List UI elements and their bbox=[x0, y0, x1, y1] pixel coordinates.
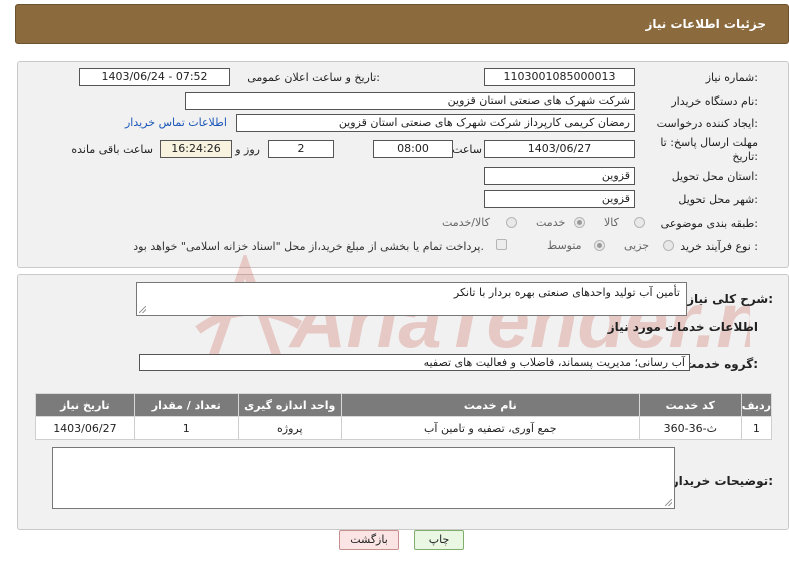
print-button[interactable]: چاپ bbox=[414, 530, 464, 550]
cell-unit: پروژه bbox=[237, 416, 342, 440]
need-summary-field[interactable]: تأمین آب تولید واحدهای صنعتی بهره بردار … bbox=[136, 282, 687, 316]
deadline-time-field[interactable]: 08:00 bbox=[373, 140, 453, 158]
requester-label: ایجاد کننده درخواست: bbox=[656, 117, 758, 130]
category-goods-service-label: کالا/خدمت bbox=[442, 216, 490, 229]
back-button[interactable]: بازگشت bbox=[339, 530, 399, 550]
deadline-label: مهلت ارسال پاسخ: تا تاریخ: bbox=[660, 136, 758, 164]
cell-service-code: ث-36-360 bbox=[638, 416, 742, 440]
remaining-days-field[interactable]: 2 bbox=[268, 140, 334, 158]
col-unit: واحد اندازه گیری bbox=[237, 393, 342, 417]
page-title: جزئیات اطلاعات نیاز bbox=[645, 17, 766, 31]
resize-grip-icon[interactable] bbox=[139, 306, 146, 313]
province-label: استان محل تحویل: bbox=[671, 170, 758, 183]
table-row[interactable]: 1 ث-36-360 جمع آوری، تصفیه و تامین آب پر… bbox=[35, 416, 773, 440]
cell-need-date: 1403/06/27 bbox=[35, 416, 135, 440]
need-number-field[interactable]: 1103001085000013 bbox=[484, 68, 635, 86]
need-summary-label: شرح کلی نیاز: bbox=[687, 292, 773, 306]
category-goods-label: کالا bbox=[604, 216, 619, 229]
cell-quantity: 1 bbox=[133, 416, 239, 440]
buyer-notes-field[interactable] bbox=[52, 447, 675, 509]
days-label: روز و bbox=[235, 143, 260, 156]
city-field[interactable]: قزوین bbox=[484, 190, 635, 208]
resize-grip-icon[interactable] bbox=[665, 499, 672, 506]
service-group-label: گروه خدمت: bbox=[684, 357, 758, 371]
announce-datetime-label: تاریخ و ساعت اعلان عمومی: bbox=[247, 71, 380, 84]
treasury-payment-note: پرداخت تمام یا بخشی از مبلغ خرید،از محل … bbox=[133, 240, 484, 253]
deadline-date-field[interactable]: 1403/06/27 bbox=[484, 140, 635, 158]
city-label: شهر محل تحویل: bbox=[678, 193, 758, 206]
process-medium-radio[interactable] bbox=[594, 240, 605, 251]
col-quantity: تعداد / مقدار bbox=[133, 393, 239, 417]
table-header-row: ردیف کد خدمت نام خدمت واحد اندازه گیری ت… bbox=[35, 393, 773, 417]
province-field[interactable]: قزوین bbox=[484, 167, 635, 185]
treasury-payment-checkbox[interactable] bbox=[496, 239, 507, 250]
announce-datetime-field[interactable]: 1403/06/24 - 07:52 bbox=[79, 68, 230, 86]
remaining-time-field[interactable]: 16:24:26 bbox=[160, 140, 232, 158]
category-service-radio[interactable] bbox=[574, 217, 585, 228]
category-service-label: خدمت bbox=[536, 216, 566, 229]
cell-service-name: جمع آوری، تصفیه و تامین آب bbox=[340, 416, 640, 440]
requester-field[interactable]: رمضان کریمی کارپرداز شرکت شهرک های صنعتی… bbox=[236, 114, 635, 132]
buyer-notes-label: توضیحات خریدار: bbox=[671, 474, 773, 488]
service-group-field[interactable]: آب رسانی؛ مدیریت پسماند، فاضلاب و فعالیت… bbox=[139, 354, 690, 371]
need-summary-text: تأمین آب تولید واحدهای صنعتی بهره بردار … bbox=[453, 286, 680, 299]
category-goods-radio[interactable] bbox=[634, 217, 645, 228]
services-table: ردیف کد خدمت نام خدمت واحد اندازه گیری ت… bbox=[35, 393, 773, 440]
services-heading: اطلاعات خدمات مورد نیاز bbox=[607, 320, 758, 334]
process-minor-radio[interactable] bbox=[663, 240, 674, 251]
process-medium-label: متوسط bbox=[547, 239, 582, 252]
remaining-time-label: ساعت باقی مانده bbox=[71, 143, 153, 156]
col-service-code: کد خدمت bbox=[638, 393, 742, 417]
process-type-label: نوع فرآیند خرید : bbox=[680, 240, 758, 253]
deadline-label-line1: مهلت ارسال پاسخ: تا bbox=[660, 136, 758, 149]
page-header: جزئیات اطلاعات نیاز bbox=[15, 4, 789, 44]
cell-row-number: 1 bbox=[740, 416, 773, 440]
deadline-label-line2: تاریخ: bbox=[732, 150, 758, 163]
col-need-date: تاریخ نیاز bbox=[35, 393, 135, 417]
buyer-org-field[interactable]: شرکت شهرک های صنعتی استان قزوین bbox=[185, 92, 635, 110]
col-row-number: ردیف bbox=[740, 393, 773, 417]
need-number-label: شماره نیاز: bbox=[705, 71, 758, 84]
col-service-name: نام خدمت bbox=[340, 393, 640, 417]
process-minor-label: جزیی bbox=[624, 239, 650, 252]
buyer-org-label: نام دستگاه خریدار: bbox=[671, 95, 758, 108]
category-label: طبقه بندی موضوعی: bbox=[660, 217, 758, 230]
buyer-contact-link[interactable]: اطلاعات تماس خریدار bbox=[125, 116, 227, 129]
deadline-time-label: ساعت bbox=[452, 143, 482, 156]
category-goods-service-radio[interactable] bbox=[506, 217, 517, 228]
